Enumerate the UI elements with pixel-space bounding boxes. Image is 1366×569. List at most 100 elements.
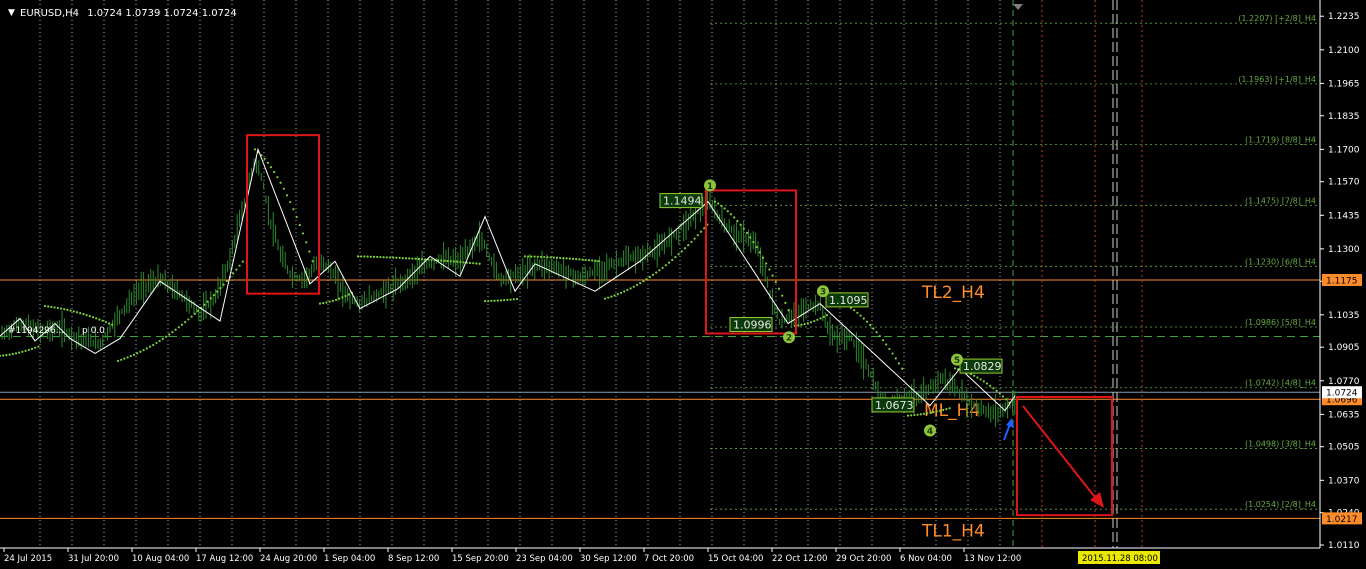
psar-dot <box>885 343 888 346</box>
psar-dot <box>552 256 555 259</box>
y-tick-label: 1.0110 <box>1328 541 1360 551</box>
psar-dot <box>404 257 408 260</box>
psar-dot <box>241 260 244 263</box>
psar-dot <box>723 207 726 210</box>
psar-dot <box>632 285 635 288</box>
x-tick-label: 23 Sep 04:00 <box>516 554 573 564</box>
y-tick-label: 1.0370 <box>1328 476 1360 486</box>
psar-dot <box>225 279 228 283</box>
psar-dot <box>388 256 392 259</box>
psar-dot <box>881 339 885 342</box>
psar-dot <box>318 302 322 305</box>
psar-dot <box>59 307 63 310</box>
price-label-text: 1.0673 <box>875 399 914 412</box>
psar-dot <box>982 380 985 383</box>
psar-dot <box>742 227 745 230</box>
psar-dot <box>420 258 424 261</box>
psar-dot <box>774 280 777 284</box>
psar-dot <box>543 255 546 259</box>
y-tick-label: 1.2235 <box>1328 12 1360 22</box>
psar-dot <box>126 356 129 359</box>
psar-dot <box>822 315 825 318</box>
price-chart[interactable]: (1.2207) [+2/8]_H4 (1.1963) [+1/8]_H4 (1.1… <box>0 0 1366 569</box>
psar-dot <box>158 339 161 343</box>
psar-dot <box>687 244 690 247</box>
psar-dot <box>164 335 168 338</box>
psar-dot <box>53 306 56 309</box>
psar-dot <box>142 349 145 352</box>
psar-dot <box>161 337 164 340</box>
wave-marker-number: 4 <box>927 427 933 437</box>
psar-dot <box>395 256 398 259</box>
psar-dot <box>594 259 597 262</box>
psar-dot <box>891 352 894 355</box>
psar-dot <box>938 409 942 412</box>
psar-dot <box>120 358 123 361</box>
psar-dot <box>468 261 472 264</box>
psar-dot <box>331 299 334 302</box>
psar-dot <box>616 293 619 296</box>
psar-dot <box>671 258 674 262</box>
psar-dot <box>559 256 562 260</box>
psar-dot <box>922 412 926 415</box>
psar-dot <box>929 411 932 414</box>
psar-dot <box>515 297 519 301</box>
psar-dot <box>587 259 591 262</box>
murrey-level-label: (1.0742) [4/8]_H4 <box>1245 379 1316 388</box>
header-triangle-icon[interactable]: ▼ <box>8 8 15 18</box>
psar-dot <box>344 294 347 298</box>
x-tick-label: 30 Sep 12:00 <box>580 554 637 564</box>
chart-header: EURUSD,H4 1.0724 1.0739 1.0724 1.0724 <box>20 8 237 19</box>
psar-dot <box>945 408 948 411</box>
psar-dot <box>171 331 174 334</box>
psar-dot <box>825 314 829 317</box>
psar-dot <box>693 237 696 240</box>
psar-dot <box>235 268 238 271</box>
psar-dot <box>555 256 559 259</box>
psar-dot <box>411 257 414 260</box>
psar-dot <box>989 384 992 387</box>
psar-dot <box>295 215 298 219</box>
psar-dot <box>765 262 768 265</box>
psar-dot <box>1001 395 1005 398</box>
psar-dot <box>475 262 478 265</box>
x-tick-label: 31 Jul 20:00 <box>68 554 119 564</box>
psar-dot <box>401 256 404 260</box>
psar-dot <box>253 148 257 151</box>
psar-dot <box>523 255 527 258</box>
psar-dot <box>853 309 856 312</box>
psar-dot <box>95 317 98 320</box>
psar-dot <box>34 346 37 349</box>
psar-dot <box>856 311 859 314</box>
psar-dot <box>761 256 765 259</box>
psar-dot <box>311 260 314 263</box>
psar-dot <box>578 258 581 261</box>
psar-dot <box>376 255 379 259</box>
psar-dot <box>642 280 645 283</box>
psar-dot <box>677 253 680 256</box>
y-tick-label: 1.1035 <box>1328 311 1360 321</box>
psar-dot <box>98 318 101 321</box>
psar-dot <box>506 298 509 301</box>
psar-dot <box>530 255 533 258</box>
psar-dot <box>328 300 331 303</box>
psar-dot <box>392 256 395 259</box>
psar-dot <box>136 352 139 355</box>
psar-dot <box>47 305 50 308</box>
x-tick-label: 24 Aug 20:00 <box>260 554 317 564</box>
psar-dot <box>184 321 187 324</box>
psar-dot <box>674 256 677 259</box>
murrey-level-label: (1.2207) [+2/8]_H4 <box>1238 14 1316 23</box>
x-tick-label: 22 Oct 12:00 <box>772 554 827 564</box>
chart-background <box>0 0 1366 569</box>
psar-dot <box>168 333 171 336</box>
x-tick-label: 29 Oct 20:00 <box>836 554 891 564</box>
psar-dot <box>690 240 693 244</box>
psar-dot <box>203 303 206 306</box>
psar-dot <box>21 350 24 353</box>
psar-dot <box>739 223 742 226</box>
psar-dot <box>462 261 465 264</box>
psar-dot <box>490 299 493 303</box>
psar-dot <box>995 389 998 392</box>
psar-dot <box>276 176 279 179</box>
